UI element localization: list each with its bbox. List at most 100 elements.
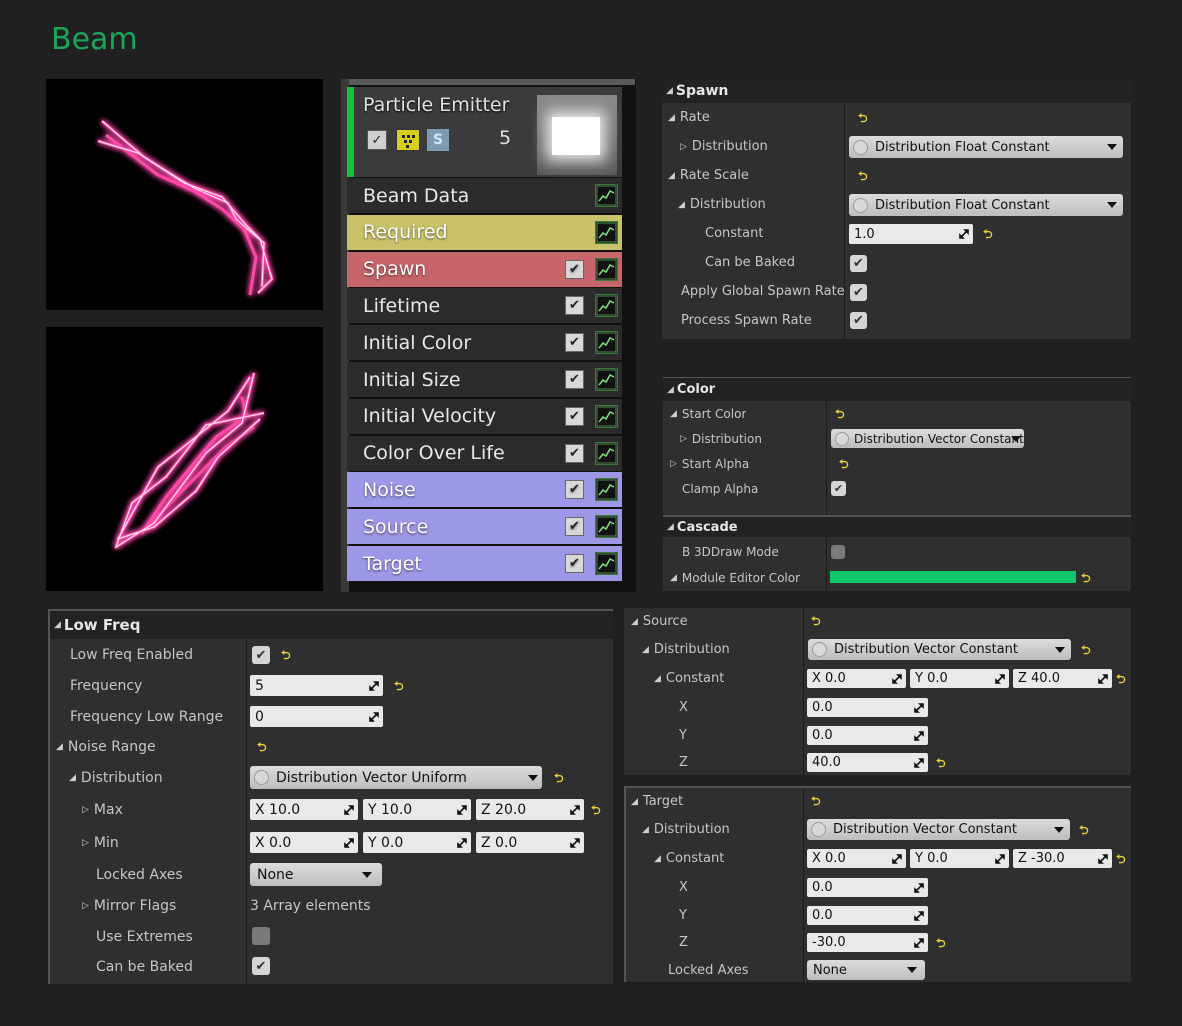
collapse-arrow-icon[interactable]: ◢ <box>642 825 649 835</box>
collapse-arrow-icon[interactable]: ◢ <box>668 171 675 181</box>
use-extremes-checkbox[interactable] <box>252 927 270 945</box>
drag-handle-icon[interactable] <box>914 937 924 948</box>
color-distribution-dropdown[interactable]: Distribution Vector Constant <box>831 429 1024 448</box>
module-enable-checkbox[interactable]: ✔ <box>565 443 584 463</box>
drag-handle-icon[interactable] <box>1098 853 1108 864</box>
constant-y-input[interactable]: Y 0.0 <box>910 849 1009 868</box>
constant-z-input[interactable]: Z 40.0 <box>1013 669 1112 688</box>
expand-arrow-icon[interactable]: ▷ <box>680 142 687 152</box>
reset-icon[interactable]: ⮌ <box>936 937 946 949</box>
drag-handle-icon[interactable] <box>914 910 924 921</box>
reset-icon[interactable]: ⮌ <box>1116 853 1126 865</box>
collapse-arrow-icon[interactable]: ◢ <box>631 617 638 627</box>
reset-icon[interactable]: ⮌ <box>281 649 291 661</box>
y-input[interactable]: 0.0 <box>807 906 928 925</box>
reset-icon[interactable]: ⮌ <box>394 680 404 692</box>
locked-axes-dropdown[interactable]: None <box>250 863 382 886</box>
drag-handle-icon[interactable] <box>570 804 580 815</box>
target-distribution-dropdown[interactable]: Distribution Vector Constant <box>807 819 1070 840</box>
curve-graph-icon[interactable] <box>595 220 618 244</box>
collapse-arrow-icon[interactable]: ◢ <box>678 200 685 210</box>
rate-distribution-dropdown[interactable]: Distribution Float Constant <box>849 136 1123 158</box>
module-color-swatch[interactable] <box>830 571 1076 583</box>
module-enable-checkbox[interactable]: ✔ <box>565 554 584 573</box>
module-enable-checkbox[interactable]: ✔ <box>565 406 584 426</box>
drag-handle-icon[interactable] <box>344 837 354 848</box>
expand-arrow-icon[interactable]: ▷ <box>82 838 89 848</box>
z-input[interactable]: 40.0 <box>807 753 928 772</box>
expand-arrow-icon[interactable]: ▷ <box>82 805 89 815</box>
curve-graph-icon[interactable] <box>595 257 618 281</box>
module-row[interactable]: Noise ✔ <box>347 472 622 508</box>
max-z-input[interactable]: Z 20.0 <box>476 799 584 820</box>
module-enable-checkbox[interactable]: ✔ <box>565 296 584 316</box>
emitter-render-mode-icon[interactable] <box>396 129 420 151</box>
module-enable-checkbox[interactable]: ✔ <box>565 517 584 537</box>
reset-icon[interactable]: ⮌ <box>811 615 821 627</box>
reset-icon[interactable]: ⮌ <box>839 458 849 470</box>
drag-handle-icon[interactable] <box>570 837 580 848</box>
reset-icon[interactable]: ⮌ <box>983 228 993 240</box>
collapse-arrow-icon[interactable]: ◢ <box>56 742 63 752</box>
process-spawn-checkbox[interactable]: ✔ <box>850 312 867 329</box>
reset-icon[interactable]: ⮌ <box>1081 644 1091 656</box>
curve-graph-icon[interactable] <box>595 331 618 355</box>
module-enable-checkbox[interactable]: ✔ <box>565 259 584 279</box>
clamp-alpha-checkbox[interactable]: ✔ <box>831 481 846 496</box>
draw-mode-checkbox[interactable] <box>831 545 845 559</box>
module-row[interactable]: Spawn ✔ <box>347 251 622 287</box>
min-y-input[interactable]: Y 0.0 <box>363 832 471 853</box>
spawn-section-header[interactable]: ◢ Spawn <box>662 79 1131 103</box>
drag-handle-icon[interactable] <box>457 837 467 848</box>
apply-global-checkbox[interactable]: ✔ <box>850 284 867 301</box>
drag-handle-icon[interactable] <box>457 804 467 815</box>
emitter-solo-button[interactable]: S <box>427 129 449 151</box>
collapse-arrow-icon[interactable]: ◢ <box>670 409 677 419</box>
lowfreq-section-header[interactable]: ◢ Low Freq <box>50 611 613 639</box>
z-input[interactable]: -30.0 <box>807 933 928 952</box>
emitter-enable-checkbox[interactable]: ✓ <box>367 130 387 150</box>
reset-icon[interactable]: ⮌ <box>858 112 868 124</box>
drag-handle-icon[interactable] <box>914 882 924 893</box>
module-row[interactable]: Beam Data <box>347 178 622 213</box>
module-row[interactable]: Required <box>347 214 622 250</box>
constant-x-input[interactable]: X 0.0 <box>807 849 906 868</box>
collapse-arrow-icon[interactable]: ◢ <box>654 674 661 684</box>
drag-handle-icon[interactable] <box>1098 673 1108 684</box>
min-x-input[interactable]: X 0.0 <box>250 832 358 853</box>
expand-arrow-icon[interactable]: ▷ <box>680 434 687 444</box>
locked-axes-dropdown[interactable]: None <box>807 960 925 980</box>
module-row[interactable]: Target ✔ <box>347 546 622 581</box>
y-input[interactable]: 0.0 <box>807 726 928 745</box>
rate-scale-distribution-dropdown[interactable]: Distribution Float Constant <box>849 194 1123 216</box>
drag-handle-icon[interactable] <box>914 730 924 741</box>
module-enable-checkbox[interactable]: ✔ <box>565 370 584 389</box>
frequency-input[interactable]: 5 <box>250 675 383 696</box>
drag-handle-icon[interactable] <box>914 702 924 713</box>
drag-handle-icon[interactable] <box>914 757 924 768</box>
low-freq-enabled-checkbox[interactable]: ✔ <box>252 646 270 664</box>
reset-icon[interactable]: ⮌ <box>1081 572 1091 584</box>
collapse-arrow-icon[interactable]: ◢ <box>69 773 76 783</box>
drag-handle-icon[interactable] <box>344 804 354 815</box>
module-enable-checkbox[interactable]: ✔ <box>565 333 584 353</box>
reset-icon[interactable]: ⮌ <box>1116 673 1126 685</box>
constant-x-input[interactable]: X 0.0 <box>807 669 906 688</box>
noise-distribution-dropdown[interactable]: Distribution Vector Uniform <box>250 766 542 789</box>
module-enable-checkbox[interactable]: ✔ <box>565 480 584 500</box>
drag-handle-icon[interactable] <box>369 680 379 691</box>
curve-graph-icon[interactable] <box>595 184 618 207</box>
source-distribution-dropdown[interactable]: Distribution Vector Constant <box>808 639 1071 660</box>
expand-arrow-icon[interactable]: ▷ <box>670 459 677 469</box>
module-row[interactable]: Initial Velocity ✔ <box>347 398 622 434</box>
constant-z-input[interactable]: Z -30.0 <box>1013 849 1112 868</box>
curve-graph-icon[interactable] <box>595 515 618 539</box>
module-row[interactable]: Color Over Life ✔ <box>347 435 622 471</box>
collapse-arrow-icon[interactable]: ◢ <box>642 645 649 655</box>
collapse-arrow-icon[interactable]: ◢ <box>670 573 677 583</box>
reset-icon[interactable]: ⮌ <box>936 757 946 769</box>
module-row[interactable]: Initial Size ✔ <box>347 362 622 397</box>
cascade-section-header[interactable]: ◢ Cascade <box>663 517 1131 537</box>
module-row[interactable]: Source ✔ <box>347 509 622 545</box>
collapse-arrow-icon[interactable]: ◢ <box>654 854 661 864</box>
